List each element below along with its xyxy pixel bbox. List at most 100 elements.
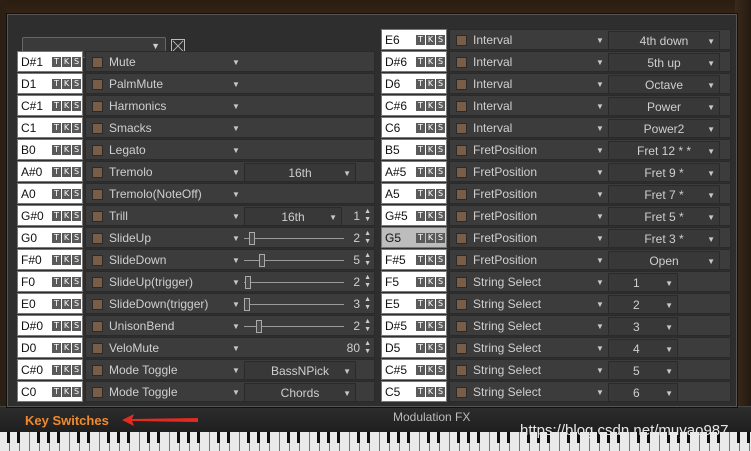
piano-key[interactable]: [130, 432, 140, 451]
s-button[interactable]: S: [436, 233, 445, 243]
chevron-down-icon[interactable]: ▼: [596, 300, 604, 309]
enable-checkbox[interactable]: [456, 145, 467, 156]
key-cell[interactable]: F5 T K S: [381, 271, 447, 292]
chevron-down-icon[interactable]: ▼: [596, 388, 604, 397]
enable-checkbox[interactable]: [92, 79, 103, 90]
t-button[interactable]: T: [416, 167, 425, 177]
value-dropdown[interactable]: BassNPick ▼: [244, 361, 356, 380]
t-button[interactable]: T: [52, 211, 61, 221]
s-button[interactable]: S: [436, 35, 445, 45]
chevron-down-icon[interactable]: ▼: [232, 124, 240, 133]
enable-checkbox[interactable]: [92, 365, 103, 376]
s-button[interactable]: S: [72, 343, 81, 353]
key-cell[interactable]: D#1 T K S: [17, 51, 83, 72]
piano-key[interactable]: [230, 432, 240, 451]
k-button[interactable]: K: [62, 211, 71, 221]
t-button[interactable]: T: [52, 365, 61, 375]
spin-arrows-icon[interactable]: ▲ ▼: [364, 230, 371, 246]
enable-checkbox[interactable]: [92, 211, 103, 222]
enable-checkbox[interactable]: [456, 101, 467, 112]
enable-checkbox[interactable]: [92, 255, 103, 266]
value-dropdown[interactable]: 16th ▼: [244, 163, 356, 182]
t-button[interactable]: T: [52, 233, 61, 243]
key-cell[interactable]: G0 T K S: [17, 227, 83, 248]
s-button[interactable]: S: [72, 277, 81, 287]
chevron-down-icon[interactable]: ▼: [596, 146, 604, 155]
t-button[interactable]: T: [416, 277, 425, 287]
chevron-down-icon[interactable]: ▼: [596, 124, 604, 133]
value-dropdown[interactable]: 2 ▼: [608, 295, 678, 314]
k-button[interactable]: K: [62, 387, 71, 397]
piano-key[interactable]: [410, 432, 420, 451]
key-cell[interactable]: C#6 T K S: [381, 95, 447, 116]
s-button[interactable]: S: [436, 57, 445, 67]
s-button[interactable]: S: [72, 321, 81, 331]
enable-checkbox[interactable]: [92, 57, 103, 68]
key-cell[interactable]: C6 T K S: [381, 117, 447, 138]
slider-track[interactable]: [244, 238, 344, 239]
value-dropdown[interactable]: 6 ▼: [608, 383, 678, 402]
t-button[interactable]: T: [52, 189, 61, 199]
spin-arrows-icon[interactable]: ▲ ▼: [364, 340, 371, 356]
piano-key[interactable]: [370, 432, 380, 451]
k-button[interactable]: K: [62, 233, 71, 243]
t-button[interactable]: T: [52, 123, 61, 133]
piano-key[interactable]: [90, 432, 100, 451]
value-dropdown[interactable]: 4 ▼: [608, 339, 678, 358]
chevron-down-icon[interactable]: ▼: [596, 234, 604, 243]
k-button[interactable]: K: [62, 101, 71, 111]
piano-key[interactable]: [440, 432, 450, 451]
chevron-down-icon[interactable]: ▼: [232, 168, 240, 177]
key-cell[interactable]: C#5 T K S: [381, 359, 447, 380]
k-button[interactable]: K: [62, 123, 71, 133]
k-button[interactable]: K: [62, 57, 71, 67]
key-cell[interactable]: A0 T K S: [17, 183, 83, 204]
k-button[interactable]: K: [426, 57, 435, 67]
key-cell[interactable]: D0 T K S: [17, 337, 83, 358]
key-cell[interactable]: C5 T K S: [381, 381, 447, 402]
chevron-down-icon[interactable]: ▼: [596, 36, 604, 45]
spin-arrows-icon[interactable]: ▲ ▼: [364, 252, 371, 268]
t-button[interactable]: T: [416, 35, 425, 45]
key-cell[interactable]: A#5 T K S: [381, 161, 447, 182]
enable-checkbox[interactable]: [92, 277, 103, 288]
s-button[interactable]: S: [436, 343, 445, 353]
chevron-down-icon[interactable]: ▼: [232, 366, 240, 375]
piano-key[interactable]: [510, 432, 520, 451]
enable-checkbox[interactable]: [92, 101, 103, 112]
key-cell[interactable]: D#5 T K S: [381, 315, 447, 336]
value-dropdown[interactable]: 3 ▼: [608, 317, 678, 336]
chevron-down-icon[interactable]: ▼: [232, 322, 240, 331]
k-button[interactable]: K: [62, 189, 71, 199]
enable-checkbox[interactable]: [456, 189, 467, 200]
chevron-down-icon[interactable]: ▼: [232, 146, 240, 155]
t-button[interactable]: T: [416, 79, 425, 89]
enable-checkbox[interactable]: [456, 211, 467, 222]
t-button[interactable]: T: [416, 145, 425, 155]
key-cell[interactable]: D#0 T K S: [17, 315, 83, 336]
spin-arrows-icon[interactable]: ▲ ▼: [364, 208, 371, 224]
value-dropdown[interactable]: 5 ▼: [608, 361, 678, 380]
value-dropdown[interactable]: Chords ▼: [244, 383, 356, 402]
t-button[interactable]: T: [416, 57, 425, 67]
k-button[interactable]: K: [62, 277, 71, 287]
value-dropdown[interactable]: 16th ▼: [244, 207, 342, 226]
k-button[interactable]: K: [426, 79, 435, 89]
slider-track[interactable]: [244, 304, 344, 305]
key-cell[interactable]: C0 T K S: [17, 381, 83, 402]
t-button[interactable]: T: [52, 387, 61, 397]
t-button[interactable]: T: [416, 189, 425, 199]
k-button[interactable]: K: [426, 211, 435, 221]
t-button[interactable]: T: [52, 255, 61, 265]
chevron-down-icon[interactable]: ▼: [596, 102, 604, 111]
s-button[interactable]: S: [72, 101, 81, 111]
s-button[interactable]: S: [436, 277, 445, 287]
s-button[interactable]: S: [72, 57, 81, 67]
k-button[interactable]: K: [426, 233, 435, 243]
key-cell[interactable]: B5 T K S: [381, 139, 447, 160]
t-button[interactable]: T: [416, 387, 425, 397]
s-button[interactable]: S: [72, 387, 81, 397]
key-cell[interactable]: D5 T K S: [381, 337, 447, 358]
key-cell[interactable]: A5 T K S: [381, 183, 447, 204]
chevron-down-icon[interactable]: ▼: [232, 278, 240, 287]
